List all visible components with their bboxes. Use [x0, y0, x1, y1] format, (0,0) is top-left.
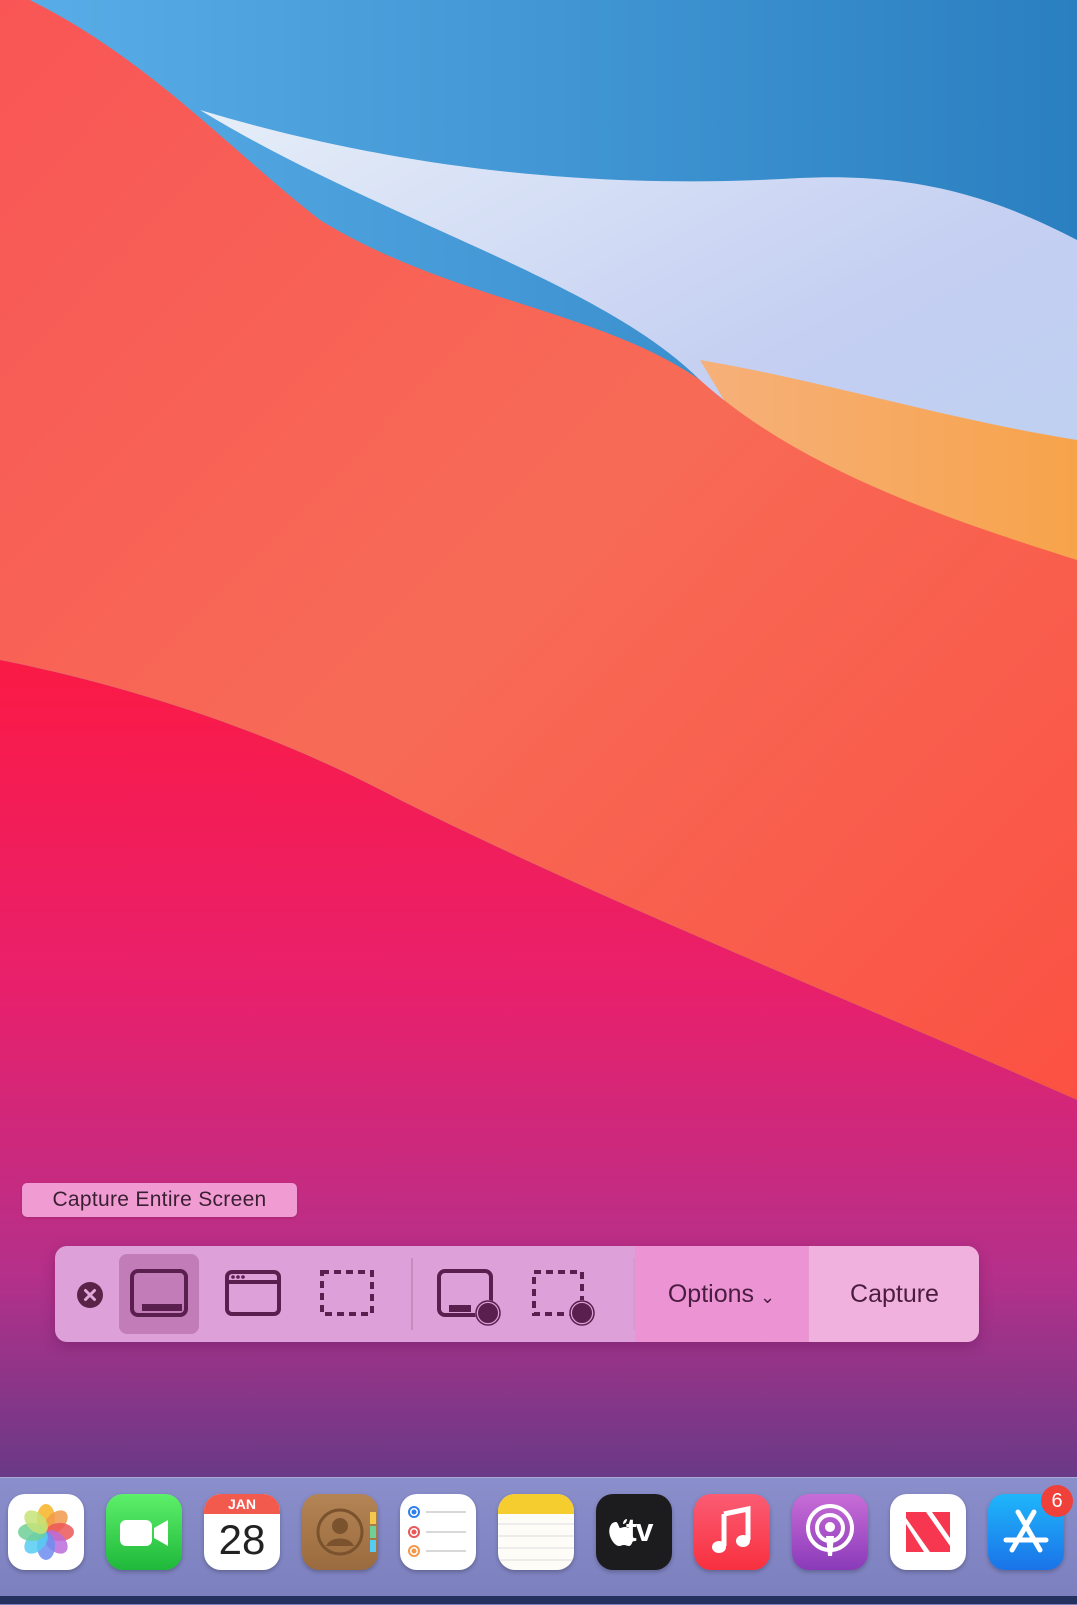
capture-button[interactable]: Capture: [808, 1246, 979, 1342]
options-label: Options: [667, 1279, 755, 1308]
app-store-badge: 6: [1041, 1485, 1073, 1517]
desktop-wallpaper: [0, 0, 1077, 1604]
capture-window-button[interactable]: [213, 1254, 293, 1334]
news-icon[interactable]: [890, 1494, 966, 1570]
apple-tv-label: tv: [626, 1512, 653, 1548]
screen-record-icon: [437, 1269, 501, 1326]
photos-icon[interactable]: [8, 1494, 84, 1570]
record-entire-screen-button[interactable]: [433, 1254, 513, 1334]
calendar-icon[interactable]: JAN 28: [204, 1494, 280, 1570]
toolbar-separator: [411, 1258, 413, 1330]
chevron-down-icon: ⌄: [760, 1286, 776, 1307]
podcasts-icon[interactable]: [792, 1494, 868, 1570]
capture-entire-screen-button[interactable]: [119, 1254, 199, 1334]
calendar-day: 28: [218, 1516, 266, 1563]
options-menu-button[interactable]: Options ⌄: [635, 1246, 808, 1342]
screen-icon: [130, 1269, 188, 1317]
capture-selection-button[interactable]: [307, 1254, 387, 1334]
dock-bottom-edge: [0, 1596, 1077, 1604]
close-x-circle-icon[interactable]: [77, 1282, 103, 1308]
reminders-icon[interactable]: [400, 1494, 476, 1570]
contacts-icon[interactable]: [302, 1494, 378, 1570]
dock: JAN 28 tv 6: [0, 1477, 1077, 1605]
screenshot-toolbar: Options ⌄ Capture: [55, 1246, 979, 1342]
calendar-month: JAN: [204, 1494, 280, 1514]
music-icon[interactable]: [694, 1494, 770, 1570]
window-icon: [225, 1270, 281, 1316]
dashed-rect-record-icon: [532, 1270, 595, 1326]
record-selection-button[interactable]: [527, 1254, 607, 1334]
notes-icon[interactable]: [498, 1494, 574, 1570]
capture-tooltip: Capture Entire Screen: [22, 1183, 297, 1217]
dashed-rect-icon: [320, 1270, 374, 1316]
facetime-icon[interactable]: [106, 1494, 182, 1570]
apple-tv-icon[interactable]: tv: [596, 1494, 672, 1570]
